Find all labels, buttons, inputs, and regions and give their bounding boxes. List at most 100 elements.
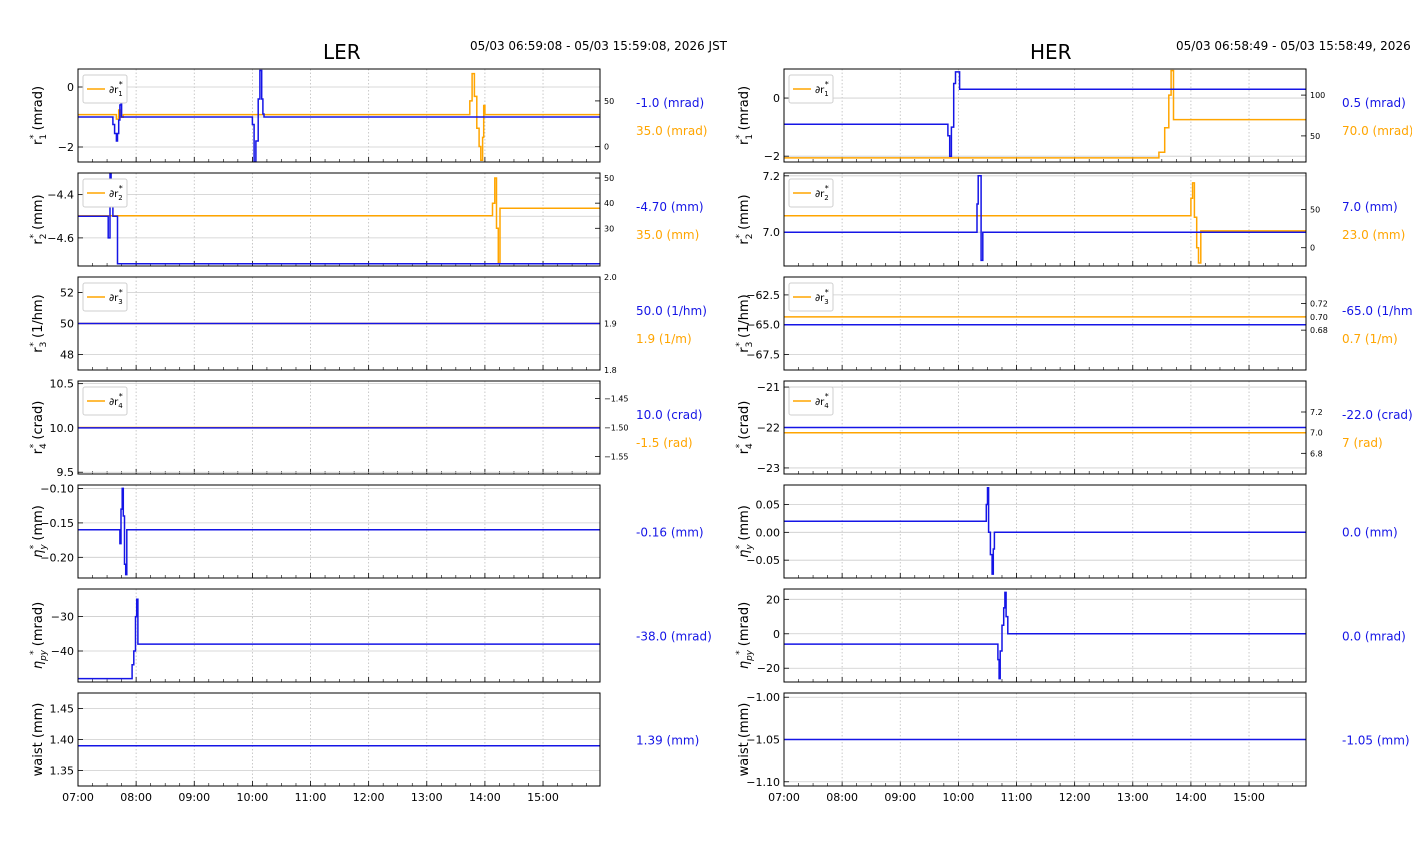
y-axis-label: ηpy* (mrad) [735, 602, 755, 669]
subplot-frame [783, 484, 1307, 579]
x-tick-label: 09:00 [178, 791, 210, 804]
y-tick-label: 10.0 [50, 422, 75, 435]
subplot-frame [783, 172, 1307, 267]
readout-primary: -22.0 (crad) [1342, 408, 1412, 422]
y-axis-label: r4* (crad) [735, 401, 755, 455]
secondary-y-tick-label: 50 [604, 97, 614, 106]
secondary-y-tick-label: −1.55 [604, 453, 629, 462]
y-tick-label: 0 [67, 81, 74, 94]
y-tick-label: −2 [764, 150, 780, 163]
her-subplot-2: 7.07.2050∂r2*r2* (mm) 7.0 (mm)23.0 (mm) [735, 170, 1405, 267]
her-subplot-7: −1.10−1.05−1.00waist (mm) -1.05 (mm)07:00… [737, 691, 1410, 804]
ler-subplot-5: −0.20−0.15−0.10ηy* (mm) -0.16 (mm) [29, 482, 704, 579]
x-tick-label: 11:00 [295, 791, 327, 804]
ler-subplot-6: −40 −30ηpy* (mrad) -38.0 (mrad) [29, 588, 712, 683]
y-tick-label: 50 [60, 318, 74, 331]
y-tick-label: 10.5 [50, 378, 75, 391]
secondary-y-tick-label: −1.50 [604, 424, 629, 433]
her-subplot-4: −23−22−216.87.07.2∂r4*r4* (crad) -22.0 (c… [735, 380, 1412, 475]
y-tick-label: −2 [58, 141, 74, 154]
readout-secondary: -1.5 (rad) [636, 436, 693, 450]
y-tick-label: 1.40 [50, 734, 75, 747]
y-tick-label: 48 [60, 349, 74, 362]
y-tick-label: −22 [757, 422, 780, 435]
readout-primary: 0.5 (mrad) [1342, 96, 1406, 110]
primary-series-line [78, 598, 600, 680]
y-tick-label: 7.0 [763, 226, 781, 239]
secondary-y-tick-label: 7.2 [1310, 408, 1323, 417]
y-tick-label: 0.05 [756, 498, 781, 511]
readout-primary: 7.0 (mm) [1342, 200, 1398, 214]
secondary-y-tick-label: 1.9 [604, 320, 617, 329]
her-subplot-6: −20 0 20 ηpy* (mrad) 0.0 (mrad) [735, 588, 1406, 683]
secondary-y-tick-label: 50 [1310, 206, 1320, 215]
secondary-y-tick-label: 2.0 [604, 273, 617, 282]
y-axis-label: r2* (mm) [29, 194, 49, 244]
ler-subplot-3: 4850521.81.92.0∂r3*r3* (1/hm) 50.0 (1/hm)… [29, 273, 707, 375]
readout-primary: 0.0 (mm) [1342, 526, 1398, 540]
secondary-y-tick-label: 0.68 [1310, 326, 1328, 335]
x-tick-label: 07:00 [62, 791, 94, 804]
secondary-y-tick-label: 50 [1310, 132, 1320, 141]
y-tick-label: −30 [51, 611, 74, 624]
readout-primary: -0.16 (mm) [636, 526, 704, 540]
secondary-series-line [784, 69, 1306, 159]
secondary-y-tick-label: 0 [1310, 244, 1315, 253]
y-tick-label: −1.10 [746, 776, 780, 789]
x-tick-label: 14:00 [469, 791, 501, 804]
y-tick-label: 0 [773, 92, 780, 105]
ler-time-range: 05/03 06:59:08 - 05/03 15:59:08, 2026 JS… [470, 39, 728, 53]
y-tick-label: −40 [51, 645, 74, 658]
y-axis-label: r2* (mm) [735, 194, 755, 244]
y-tick-label: −20 [757, 662, 780, 675]
y-axis-label: r1* (mrad) [735, 86, 755, 145]
readout-primary: 10.0 (crad) [636, 408, 702, 422]
readout-secondary: 35.0 (mm) [636, 228, 699, 242]
primary-series-line [78, 69, 600, 162]
y-tick-label: 0 [773, 628, 780, 641]
secondary-y-tick-label: 0.72 [1310, 300, 1328, 309]
secondary-y-tick-label: 40 [604, 199, 614, 208]
secondary-y-tick-label: 1.8 [604, 366, 617, 375]
x-tick-label: 15:00 [527, 791, 559, 804]
secondary-series-line [784, 182, 1306, 264]
readout-secondary: 35.0 (mrad) [636, 124, 708, 138]
her-subplot-3: −67.5−65.0−62.50.680.700.72∂r3*r3* (1/hm… [735, 276, 1412, 371]
primary-series-line [784, 175, 1306, 262]
plots-svg: −20050∂r1*r1* (mrad) -1.0 (mrad)35.0 (mra… [29, 68, 1412, 804]
primary-series-line [784, 71, 1306, 157]
y-tick-label: 52 [60, 287, 74, 300]
y-axis-label: r3* (1/hm) [29, 294, 49, 352]
y-tick-label: 9.5 [57, 466, 75, 479]
readout-primary: -65.0 (1/hm) [1342, 304, 1412, 318]
chart-stage: LER 05/03 06:59:08 - 05/03 15:59:08, 202… [0, 0, 1412, 868]
ler-title: LER [323, 40, 361, 64]
readout-secondary: 1.9 (1/m) [636, 332, 692, 346]
y-tick-label: 0.00 [756, 526, 781, 539]
x-tick-label: 07:00 [768, 791, 800, 804]
x-tick-label: 12:00 [1059, 791, 1091, 804]
x-tick-label: 08:00 [120, 791, 152, 804]
x-tick-label: 11:00 [1001, 791, 1033, 804]
y-tick-label: −21 [757, 381, 780, 394]
x-tick-label: 10:00 [237, 791, 269, 804]
secondary-y-tick-label: 6.8 [1310, 449, 1323, 458]
x-tick-label: 13:00 [1117, 791, 1149, 804]
subplot-frame [77, 484, 601, 579]
subplot-frame [783, 276, 1307, 371]
her-title: HER [1030, 40, 1072, 64]
ler-subplot-2: −4.6−4.4304050∂r2*r2* (mm) -4.70 (mm)35.0… [29, 172, 704, 267]
readout-primary: -1.05 (mm) [1342, 734, 1410, 748]
primary-series-line [78, 487, 600, 576]
readout-primary: -38.0 (mrad) [636, 630, 712, 644]
y-axis-label: ηy* (mm) [735, 505, 755, 558]
readout-secondary: 23.0 (mm) [1342, 228, 1405, 242]
readout-primary: -4.70 (mm) [636, 200, 704, 214]
x-tick-label: 12:00 [353, 791, 385, 804]
readout-secondary: 0.7 (1/m) [1342, 332, 1398, 346]
primary-series-line [78, 173, 600, 265]
y-tick-label: −0.10 [40, 482, 74, 495]
y-axis-label: ηpy* (mrad) [29, 602, 49, 669]
y-tick-label: −23 [757, 462, 780, 475]
y-tick-label: −4.6 [47, 232, 74, 245]
